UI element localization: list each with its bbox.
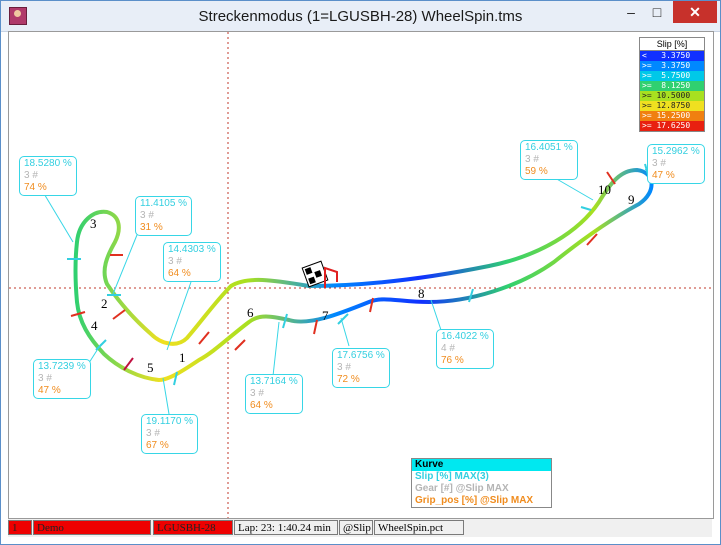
kurve-item-gear[interactable]: Gear [#] @Slip MAX xyxy=(412,483,551,495)
legend-row: >= 12.8750 xyxy=(640,101,704,111)
callout-grip: 59 % xyxy=(525,166,548,177)
callout-grip: 76 % xyxy=(441,355,464,366)
callout-gear: 3 # xyxy=(250,388,264,399)
legend-row: >= 5.7500 xyxy=(640,71,704,81)
callout-slip: 19.1170 % xyxy=(146,416,194,427)
callout-gear: 3 # xyxy=(146,428,160,439)
legend-row: >= 17.6250 xyxy=(640,121,704,131)
curve-callout[interactable]: 13.7164 % 3 # 64 % xyxy=(245,374,303,414)
track-map-canvas[interactable]: Slip [%] < 3.3750 >= 3.3750 >= 5.7500 >=… xyxy=(8,31,714,519)
curve-callout[interactable]: 18.5280 % 3 # 74 % xyxy=(19,156,77,196)
callout-gear: 3 # xyxy=(168,256,182,267)
callout-gear: 3 # xyxy=(652,158,666,169)
minimize-button[interactable]: – xyxy=(620,1,642,23)
status-bar: 1 Demo LGUSBH-28 Lap: 23: 1:40.24 min @S… xyxy=(8,519,712,537)
callout-slip: 16.4051 % xyxy=(525,142,573,153)
close-button[interactable]: ✕ xyxy=(673,1,717,23)
callout-grip: 64 % xyxy=(168,268,191,279)
curve-callout[interactable]: 19.1170 % 3 # 67 % xyxy=(141,414,199,454)
callout-grip: 67 % xyxy=(146,440,169,451)
status-file: WheelSpin.pct xyxy=(374,520,464,535)
callout-slip: 17.6756 % xyxy=(337,350,385,361)
status-driver: Demo xyxy=(33,520,151,535)
kurve-item-slip[interactable]: Slip [%] MAX(3) xyxy=(412,471,551,483)
track-map xyxy=(9,32,713,518)
callout-gear: 3 # xyxy=(525,154,539,165)
status-car: LGUSBH-28 xyxy=(153,520,233,535)
callout-slip: 18.5280 % xyxy=(24,158,72,169)
callout-slip: 16.4022 % xyxy=(441,331,489,342)
window-title: Streckenmodus (1=LGUSBH-28) WheelSpin.tm… xyxy=(198,8,523,25)
status-lap-time: Lap: 23: 1:40.24 min xyxy=(234,520,338,535)
turn-number: 8 xyxy=(418,286,425,301)
turn-number: 5 xyxy=(147,360,154,375)
legend-title: Slip [%] xyxy=(640,38,704,51)
turn-number: 3 xyxy=(90,216,97,231)
turn-number: 1 xyxy=(179,350,186,365)
maximize-button[interactable]: □ xyxy=(646,1,668,23)
turn-number: 10 xyxy=(598,182,611,197)
callout-gear: 3 # xyxy=(38,373,52,384)
callout-grip: 64 % xyxy=(250,400,273,411)
legend-row: >= 8.1250 xyxy=(640,81,704,91)
callout-grip: 31 % xyxy=(140,222,163,233)
turn-number: 7 xyxy=(322,308,329,323)
turn-number: 4 xyxy=(91,318,98,333)
kurve-legend[interactable]: Kurve Slip [%] MAX(3) Gear [#] @Slip MAX… xyxy=(411,458,552,508)
callout-gear: 3 # xyxy=(24,170,38,181)
turn-number: 9 xyxy=(628,192,635,207)
callout-grip: 74 % xyxy=(24,182,47,193)
callout-slip: 14.4303 % xyxy=(168,244,216,255)
turn-number: 2 xyxy=(101,296,108,311)
legend-row: >= 3.3750 xyxy=(640,61,704,71)
callout-gear: 3 # xyxy=(140,210,154,221)
curve-callout[interactable]: 17.6756 % 3 # 72 % xyxy=(332,348,390,388)
status-lap-number: 1 xyxy=(8,520,32,535)
callout-grip: 47 % xyxy=(38,385,61,396)
callout-slip: 13.7164 % xyxy=(250,376,298,387)
app-window: Streckenmodus (1=LGUSBH-28) WheelSpin.tm… xyxy=(0,0,721,545)
title-bar[interactable]: Streckenmodus (1=LGUSBH-28) WheelSpin.tm… xyxy=(1,1,720,32)
callout-slip: 11.4105 % xyxy=(140,198,188,209)
curve-callout[interactable]: 13.7239 % 3 # 47 % xyxy=(33,359,91,399)
curve-callout[interactable]: 16.4051 % 3 # 59 % xyxy=(520,140,578,180)
curve-callout[interactable]: 11.4105 % 3 # 31 % xyxy=(135,196,193,236)
slip-legend: Slip [%] < 3.3750 >= 3.3750 >= 5.7500 >=… xyxy=(639,37,705,132)
legend-row: < 3.3750 xyxy=(640,51,704,61)
legend-row: >= 10.5000 xyxy=(640,91,704,101)
callout-slip: 15.2962 % xyxy=(652,146,700,157)
callout-gear: 4 # xyxy=(441,343,455,354)
kurve-item-grip[interactable]: Grip_pos [%] @Slip MAX xyxy=(412,495,551,507)
callout-gear: 3 # xyxy=(337,362,351,373)
legend-row: >= 15.2500 xyxy=(640,111,704,121)
callout-grip: 72 % xyxy=(337,374,360,385)
curve-callout[interactable]: 16.4022 % 4 # 76 % xyxy=(436,329,494,369)
callout-grip: 47 % xyxy=(652,170,675,181)
kurve-title: Kurve xyxy=(412,459,551,471)
status-channel: @Slip xyxy=(339,520,373,535)
curve-callout[interactable]: 14.4303 % 3 # 64 % xyxy=(163,242,221,282)
curve-callout[interactable]: 15.2962 % 3 # 47 % xyxy=(647,144,705,184)
turn-number: 6 xyxy=(247,305,254,320)
callout-slip: 13.7239 % xyxy=(38,361,86,372)
